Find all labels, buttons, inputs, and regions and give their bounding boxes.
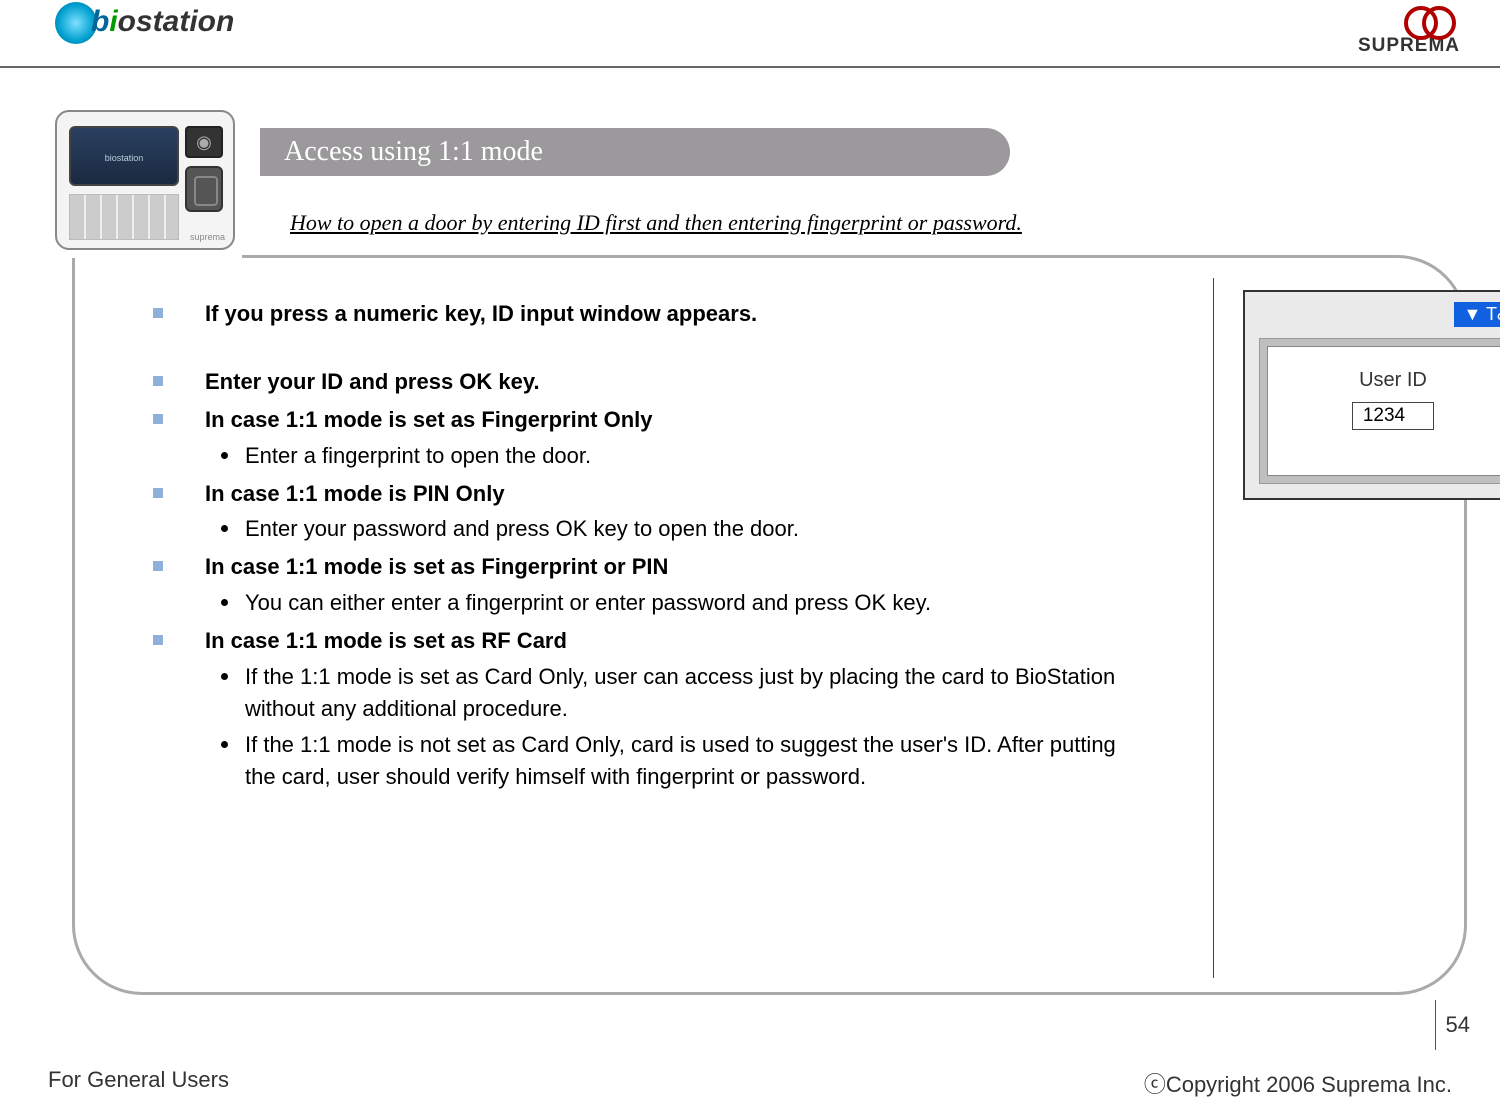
list-item-text: In case 1:1 mode is set as RF Card xyxy=(205,628,567,653)
page-subtitle: How to open a door by entering ID first … xyxy=(290,210,1022,236)
list-item-text: If you press a numeric key, ID input win… xyxy=(205,301,757,326)
list-item: In case 1:1 mode is PIN Only Enter your … xyxy=(145,478,1135,546)
biostation-logo: biostation xyxy=(55,2,234,44)
footer-right: ⓒCopyright 2006 Suprema Inc. xyxy=(1144,1067,1452,1099)
list-item: In case 1:1 mode is set as Fingerprint o… xyxy=(145,551,1135,619)
sub-list-item: You can either enter a fingerprint or en… xyxy=(205,587,1135,619)
user-id-label: User ID xyxy=(1268,369,1500,392)
sub-list: Enter your password and press OK key to … xyxy=(205,513,1135,545)
device-thumbnail: biostation suprema xyxy=(55,110,235,250)
list-item: In case 1:1 mode is set as Fingerprint O… xyxy=(145,404,1135,472)
list-item-text: In case 1:1 mode is set as Fingerprint O… xyxy=(205,407,652,432)
user-id-value: 1234 xyxy=(1352,402,1434,430)
sub-list: If the 1:1 mode is set as Card Only, use… xyxy=(205,661,1135,793)
page-number: 54 xyxy=(1435,1000,1470,1050)
page-title: Access using 1:1 mode xyxy=(260,128,1010,176)
page-footer: For General Users ⓒCopyright 2006 Suprem… xyxy=(0,1067,1500,1099)
sub-list-item: Enter your password and press OK key to … xyxy=(205,513,1135,545)
list-item-text: In case 1:1 mode is PIN Only xyxy=(205,481,505,506)
sub-list-item: If the 1:1 mode is set as Card Only, use… xyxy=(205,661,1135,725)
content-box: If you press a numeric key, ID input win… xyxy=(72,255,1467,995)
speaker-icon xyxy=(185,126,223,158)
keypad-icon xyxy=(69,194,179,240)
list-item: In case 1:1 mode is set as RF Card If th… xyxy=(145,625,1135,792)
instruction-list: If you press a numeric key, ID input win… xyxy=(145,298,1135,793)
page-header: biostation SUPREMA xyxy=(0,0,1500,68)
fingerprint-sensor-icon xyxy=(185,166,223,212)
list-item-text: Enter your ID and press OK key. xyxy=(205,369,540,394)
sub-list: You can either enter a fingerprint or en… xyxy=(205,587,1135,619)
vertical-divider xyxy=(1213,278,1214,978)
device-thumbnail-screen: biostation xyxy=(69,126,179,186)
ta-dropdown-tab: ▼ T&A xyxy=(1454,302,1500,327)
suprema-logo: SUPREMA xyxy=(1358,6,1460,57)
list-item: If you press a numeric key, ID input win… xyxy=(145,298,1135,330)
footer-left: For General Users xyxy=(48,1067,229,1099)
infinity-icon xyxy=(1400,6,1460,34)
list-item: Enter your ID and press OK key. xyxy=(145,366,1135,398)
list-item-text: In case 1:1 mode is set as Fingerprint o… xyxy=(205,554,668,579)
device-screen-mock: ▼ T&A User ID 1234 xyxy=(1243,290,1500,500)
device-screen-panel: User ID 1234 xyxy=(1267,346,1500,476)
sub-list: Enter a fingerprint to open the door. xyxy=(205,440,1135,472)
device-thumbnail-brand: suprema xyxy=(190,232,225,242)
sub-list-item: Enter a fingerprint to open the door. xyxy=(205,440,1135,472)
sub-list-item: If the 1:1 mode is not set as Card Only,… xyxy=(205,729,1135,793)
